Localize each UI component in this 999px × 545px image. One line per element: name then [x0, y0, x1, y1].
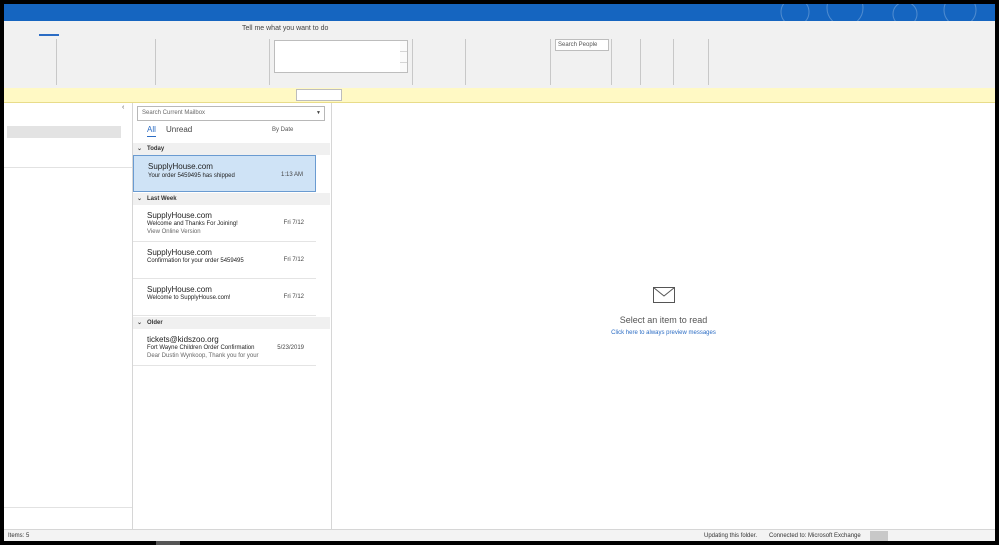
filter-all[interactable]: All: [147, 125, 156, 134]
taskbar-button[interactable]: [156, 541, 180, 545]
title-bar-pattern: [780, 4, 977, 21]
status-connection[interactable]: Connected to: Microsoft Exchange: [769, 533, 861, 539]
selected-folder[interactable]: [7, 126, 121, 138]
always-preview-link[interactable]: Click here to always preview messages: [332, 330, 995, 336]
chevron-down-icon: ⌄: [137, 196, 143, 202]
ribbon-group-divider: [155, 39, 156, 85]
mail-subject: Fort Wayne Children Order Confirmation: [147, 345, 255, 351]
active-tab-indicator[interactable]: [39, 34, 59, 36]
tell-me-box[interactable]: Tell me what you want to do: [242, 25, 328, 32]
ribbon-group-divider: [412, 39, 413, 85]
ribbon-group-divider: [550, 39, 551, 85]
message-list-pane: Search Current Mailbox ▼ All Unread By D…: [133, 103, 332, 529]
title-bar: [4, 4, 995, 21]
mail-sender: SupplyHouse.com: [147, 211, 212, 220]
mail-sender: SupplyHouse.com: [148, 162, 213, 171]
group-header-label: Last Week: [147, 196, 177, 202]
mail-subject: Confirmation for your order 5459495: [147, 258, 244, 264]
quick-steps-gallery[interactable]: [274, 40, 402, 73]
ribbon: Tell me what you want to do Search Peopl…: [4, 21, 995, 89]
gallery-scroll-up[interactable]: [400, 41, 407, 52]
ribbon-group-divider: [673, 39, 674, 85]
chevron-down-icon: ▼: [316, 110, 321, 116]
group-header-today[interactable]: ⌄ Today: [133, 143, 330, 155]
mail-date: 1:13 AM: [280, 172, 303, 178]
sort-by-dropdown[interactable]: By Date: [272, 127, 293, 133]
gallery-scroll-down[interactable]: [400, 52, 407, 63]
info-bar-button[interactable]: [296, 89, 342, 101]
view-shortcut[interactable]: [870, 531, 888, 541]
collapse-folder-pane-icon[interactable]: ‹: [122, 104, 124, 111]
folder-divider: [4, 167, 132, 168]
chevron-down-icon: ⌄: [137, 146, 143, 152]
group-header-older[interactable]: ⌄ Older: [133, 317, 330, 329]
mail-date: Fri 7/12: [283, 294, 304, 300]
group-header-label: Older: [147, 320, 163, 326]
mail-date: 5/23/2019: [277, 345, 304, 351]
mail-date: Fri 7/12: [283, 257, 304, 263]
ribbon-group-divider: [640, 39, 641, 85]
mail-sender: SupplyHouse.com: [147, 248, 212, 257]
ribbon-group-divider: [269, 39, 270, 85]
outlook-window: Tell me what you want to do Search Peopl…: [4, 4, 995, 541]
reading-pane: Select an item to read Click here to alw…: [332, 103, 995, 529]
search-mailbox-input[interactable]: Search Current Mailbox: [137, 106, 274, 121]
mail-item[interactable]: SupplyHouse.com Welcome to SupplyHouse.c…: [133, 279, 316, 316]
ribbon-group-divider: [611, 39, 612, 85]
mail-sender: SupplyHouse.com: [147, 285, 212, 294]
ribbon-group-divider: [465, 39, 466, 85]
active-filter-underline: [147, 136, 156, 137]
group-header-label: Today: [147, 146, 165, 152]
status-bar: Items: 5 Updating this folder. Connected…: [4, 529, 995, 541]
search-people-input[interactable]: Search People: [555, 39, 609, 51]
info-bar: [4, 88, 995, 103]
mail-preview: Dear Dustin Wynkoop, Thank you for your: [147, 353, 259, 359]
mail-date: Fri 7/12: [283, 220, 304, 226]
mail-item[interactable]: SupplyHouse.com Confirmation for your or…: [133, 242, 316, 279]
status-updating: Updating this folder.: [704, 533, 758, 539]
folder-pane: ‹: [4, 103, 133, 529]
mail-subject: Your order 5459495 has shipped: [148, 173, 235, 179]
ribbon-group-divider: [708, 39, 709, 85]
mail-preview: View Online Version: [147, 229, 201, 235]
group-header-last-week[interactable]: ⌄ Last Week: [133, 193, 330, 205]
quick-steps-scroll[interactable]: [400, 40, 408, 73]
reading-pane-title: Select an item to read: [619, 315, 708, 325]
mail-subject: Welcome and Thanks For Joining!: [147, 221, 238, 227]
envelope-icon: [653, 287, 675, 303]
filter-unread[interactable]: Unread: [166, 125, 192, 134]
folder-divider: [4, 507, 132, 508]
mail-item[interactable]: SupplyHouse.com Your order 5459495 has s…: [133, 155, 316, 192]
mail-subject: Welcome to SupplyHouse.com!: [147, 295, 231, 301]
mail-item[interactable]: tickets@kidszoo.org Fort Wayne Children …: [133, 329, 316, 366]
status-item-count: Items: 5: [8, 533, 30, 539]
mail-sender: tickets@kidszoo.org: [147, 335, 219, 344]
chevron-down-icon: ⌄: [137, 320, 143, 326]
ribbon-group-divider: [56, 39, 57, 85]
search-scope-dropdown[interactable]: ▼: [268, 106, 325, 121]
mail-item[interactable]: SupplyHouse.com Welcome and Thanks For J…: [133, 205, 316, 242]
